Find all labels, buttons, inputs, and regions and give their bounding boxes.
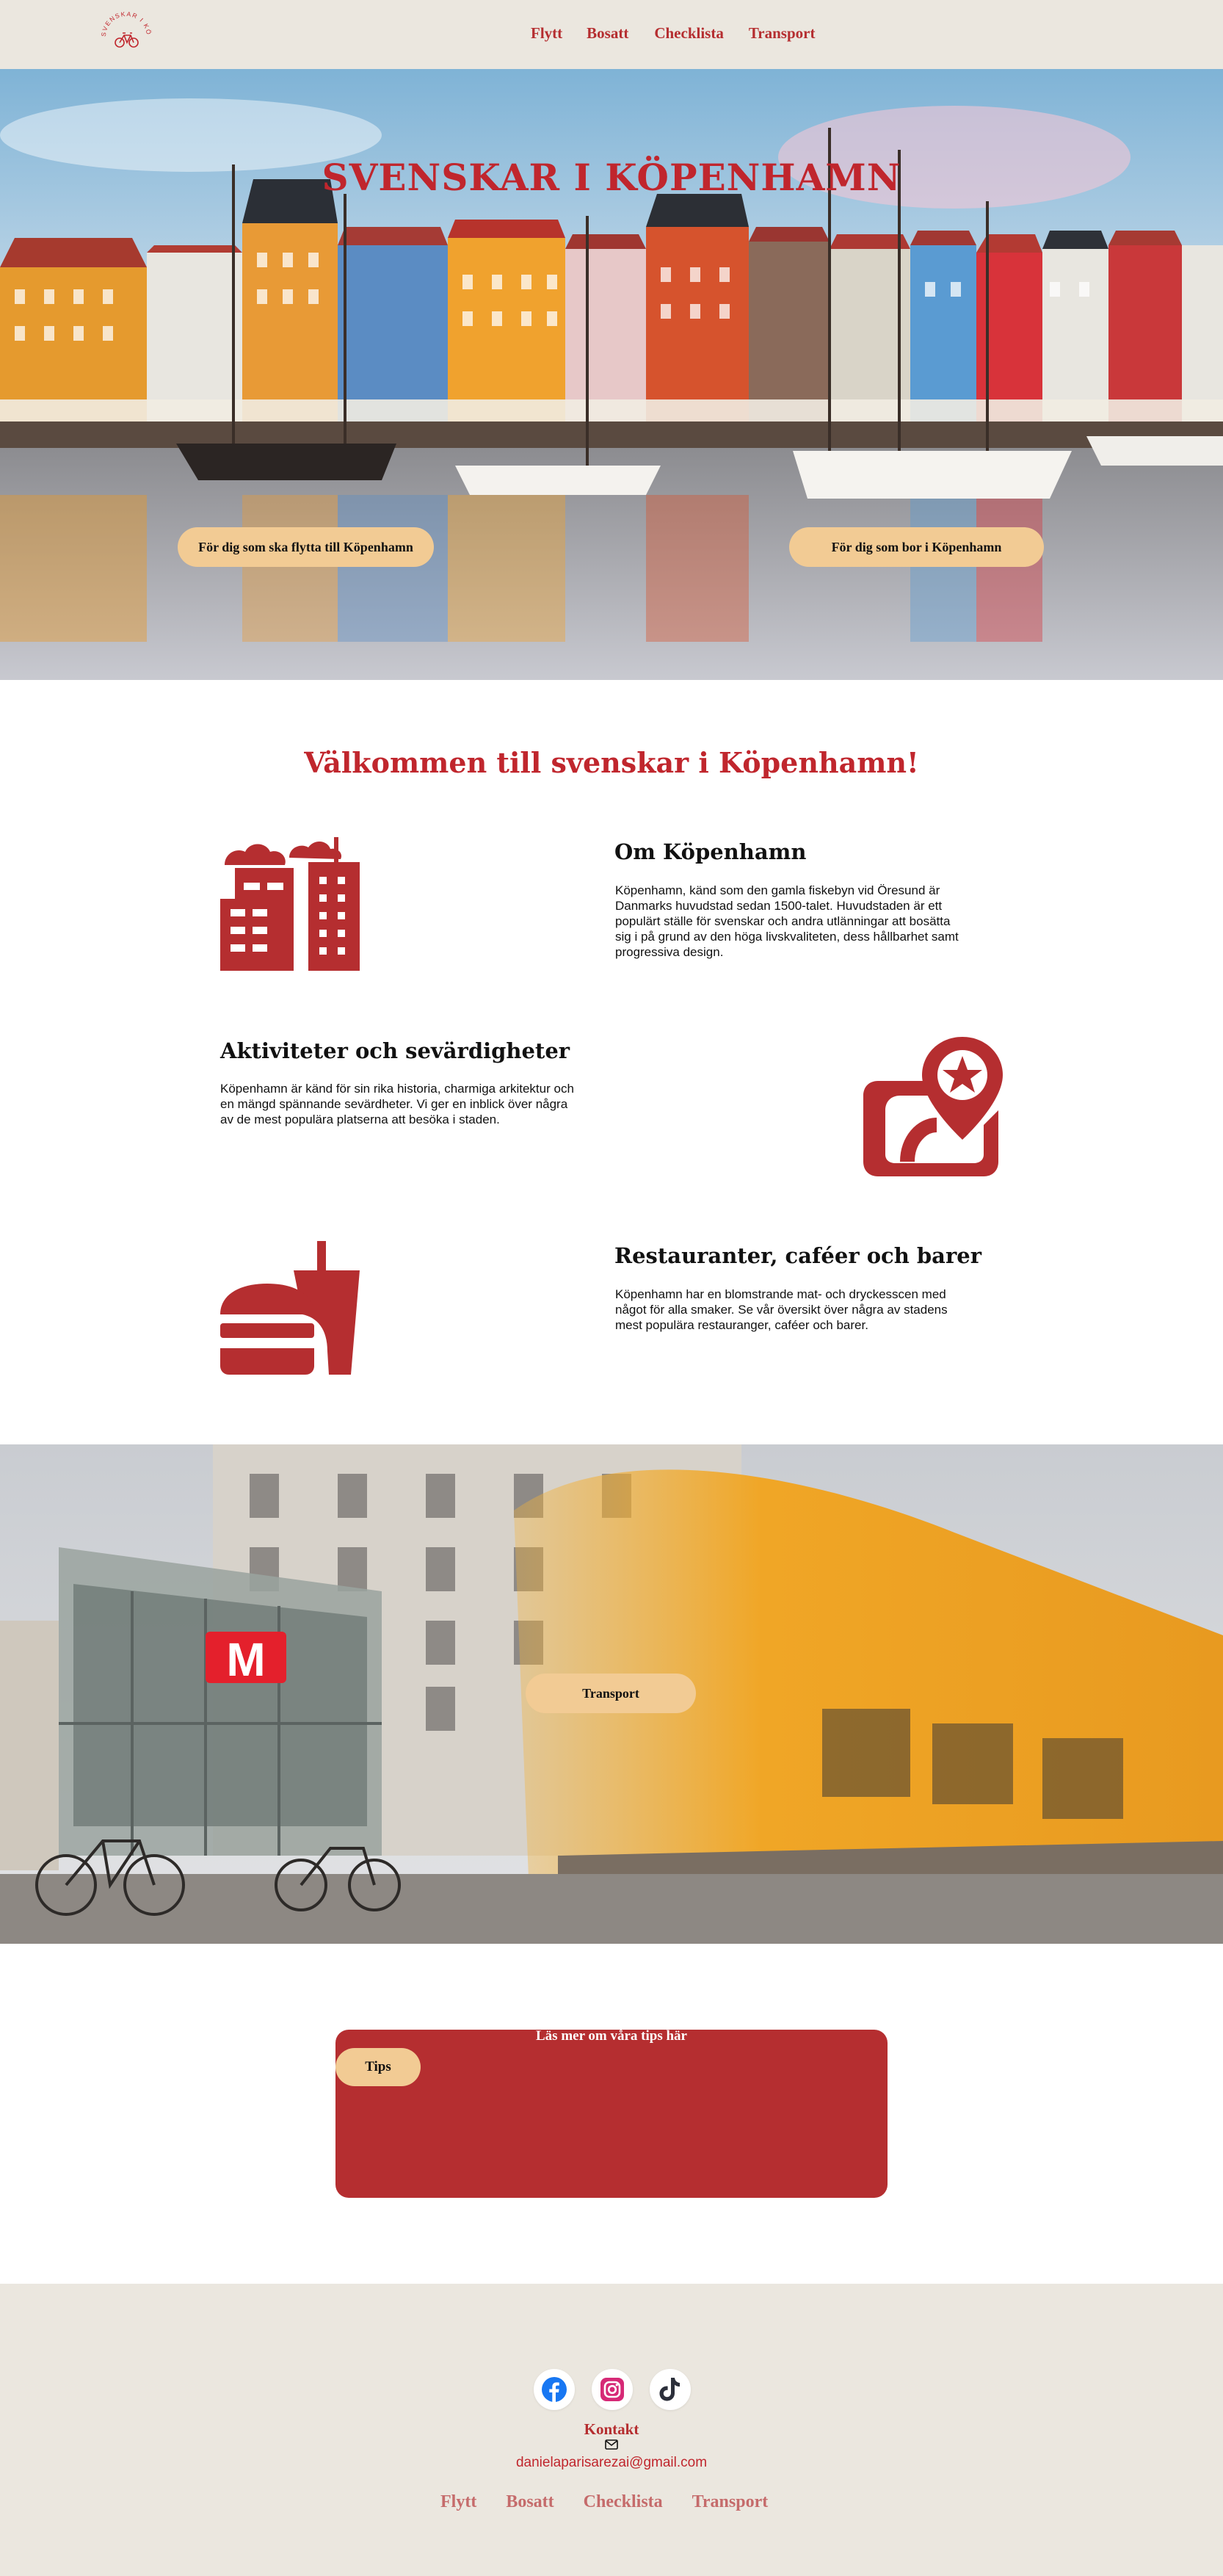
hero-title: SVENSKAR I KÖPENHAMN <box>322 156 901 199</box>
main-nav: Flytt Bosatt Checklista Transport <box>531 22 815 44</box>
feature-title-aktiviteter: Aktiviteter och sevärdigheter <box>220 1038 570 1063</box>
footer-link-flytt[interactable]: Flytt <box>440 2492 476 2512</box>
tiktok-icon <box>659 2378 680 2401</box>
tiktok-link[interactable] <box>650 2369 691 2410</box>
logo[interactable]: SVENSKAR I KÖPENHAMN <box>95 9 157 63</box>
metro-sign: M <box>226 1633 265 1686</box>
facebook-icon <box>542 2377 567 2402</box>
footer-link-transport[interactable]: Transport <box>692 2492 769 2512</box>
welcome-title: Välkommen till svenskar i Köpenhamn! <box>304 746 919 779</box>
burger-drink-icon <box>220 1241 360 1375</box>
tips-card <box>335 2030 888 2198</box>
contact-heading: Kontakt <box>584 2420 639 2438</box>
tips-heading: Läs mer om våra tips här <box>536 2028 687 2044</box>
feature-title-om-kopenhamn: Om Köpenhamn <box>614 839 807 864</box>
footer-link-checklista[interactable]: Checklista <box>584 2492 663 2512</box>
move-to-copenhagen-button[interactable]: För dig som ska flytta till Köpenhamn <box>178 527 434 567</box>
feature-title-restauranter: Restauranter, caféer och barer <box>614 1243 981 1268</box>
envelope-icon <box>605 2439 618 2450</box>
transport-button[interactable]: Transport <box>526 1674 696 1713</box>
bicycle-icon <box>115 32 139 48</box>
tips-button[interactable]: Tips <box>335 2048 421 2086</box>
facebook-link[interactable] <box>534 2369 575 2410</box>
nav-link-checklista[interactable]: Checklista <box>654 22 724 44</box>
feature-text-aktiviteter: Köpenhamn är känd för sin rika historia,… <box>220 1082 574 1126</box>
city-buildings-icon <box>220 837 360 971</box>
site-header: SVENSKAR I KÖPENHAMN Flytt Bosatt Checkl… <box>0 0 1223 69</box>
contact-email-link[interactable]: danielaparisarezai@gmail.com <box>0 2455 1223 2471</box>
instagram-icon <box>600 2378 624 2401</box>
feature-text-om-kopenhamn: Köpenhamn, känd som den gamla fiskebyn v… <box>615 883 959 959</box>
instagram-link[interactable] <box>592 2369 633 2410</box>
hero: SVENSKAR I KÖPENHAMN <box>0 69 1223 680</box>
map-star-pin-icon <box>863 1037 1003 1176</box>
living-in-copenhagen-button[interactable]: För dig som bor i Köpenhamn <box>789 527 1044 567</box>
footer-link-bosatt[interactable]: Bosatt <box>506 2492 554 2512</box>
nav-link-bosatt[interactable]: Bosatt <box>587 22 628 44</box>
feature-text-restauranter: Köpenhamn har en blomstrande mat- och dr… <box>615 1287 948 1332</box>
footer-nav: Flytt Bosatt Checklista Transport <box>440 2492 768 2512</box>
nav-link-flytt[interactable]: Flytt <box>531 22 562 44</box>
nav-link-transport[interactable]: Transport <box>749 22 816 44</box>
